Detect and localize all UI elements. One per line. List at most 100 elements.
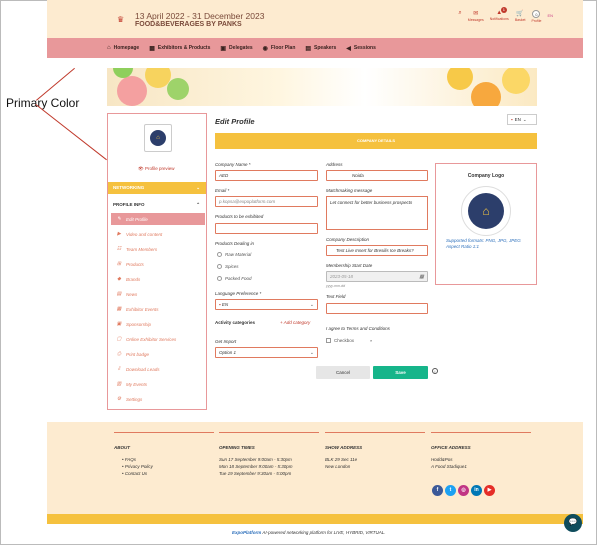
radio-spices[interactable]: Spices — [217, 264, 239, 269]
company-logo-upload[interactable]: ⌂ — [461, 186, 511, 236]
footer-show-address: SHOW ADDRESS BLK 29 Sec 11e New London — [325, 432, 425, 471]
nav-speakers[interactable]: ▤ Speakers — [305, 45, 336, 52]
compass-icon: ◉ — [262, 45, 268, 52]
terms-label: I agree to Terms and Conditions — [326, 326, 390, 331]
flag-icon: ▪ — [511, 117, 513, 122]
footer-link-contact[interactable]: • Contact Us — [114, 471, 214, 476]
info-icon[interactable]: i — [432, 368, 438, 374]
activity-categories-label: Activity categories — [215, 320, 256, 325]
page-title: Edit Profile — [215, 117, 255, 126]
id-icon: ▣ — [220, 45, 227, 52]
content-language-select[interactable]: ▪ EN ⌄ — [507, 114, 537, 125]
facebook-icon[interactable]: f — [432, 485, 443, 496]
add-category-button[interactable]: + Add category — [280, 320, 310, 325]
instagram-icon[interactable]: ◎ — [458, 485, 469, 496]
sidebar-profile-info[interactable]: PROFILE INFO ⌃ — [108, 199, 206, 211]
footer-link-faqs[interactable]: • FAQs — [114, 457, 214, 462]
messages-button[interactable]: ✉ Messages — [468, 10, 484, 22]
start-date-label: Membership Start Date — [326, 263, 373, 268]
basket-button[interactable]: 🛒 Basket — [515, 10, 526, 22]
sidebar-item-settings[interactable]: ⚙ Settings — [111, 393, 205, 405]
company-logo-thumb: ⌂ — [144, 124, 172, 152]
matchmaking-textarea[interactable]: Let connect for better business prospect… — [326, 196, 428, 230]
expoplatform-logo: ExpoPlatform — [232, 530, 262, 535]
section-company-details[interactable]: COMPANY DETAILS — [215, 133, 537, 149]
youtube-icon[interactable]: ▶ — [484, 485, 495, 496]
nav-sessions[interactable]: ◀ Sessions — [346, 45, 376, 52]
radio-circle — [217, 276, 222, 281]
company-name-field[interactable]: AED — [215, 170, 318, 181]
get-import-select[interactable]: Option 1 ⌄ — [215, 347, 318, 358]
sidebar-item-exhibitor-events[interactable]: ▦ Exhibitor Events — [111, 303, 205, 315]
sidebar-item-video[interactable]: ▶ Video and content — [111, 228, 205, 240]
language-preference-select[interactable]: ▪ EN ⌄ — [215, 299, 318, 310]
company-description-field[interactable]: Test Live Insert for Bresilis Ice Breaks… — [326, 245, 428, 256]
cancel-button[interactable]: Cancel — [316, 366, 370, 379]
twitter-icon[interactable]: t — [445, 485, 456, 496]
email-field[interactable]: p.kopsa@expoplatform.com — [215, 196, 318, 207]
header-icons: ⌕ ✉ Messages ▲ 1 Notifications 🛒 Basket ☺ Pro… — [458, 7, 553, 23]
event-date-range: 13 April 2022 - 31 December 2023 — [135, 11, 265, 21]
sidebar-item-products[interactable]: ⊞ Products — [111, 258, 205, 270]
social-links: f t ◎ in ▶ — [432, 485, 495, 496]
save-button[interactable]: Save — [373, 366, 428, 379]
sidebar-item-sponsorship[interactable]: ▣ Sponsorship — [111, 318, 205, 330]
footer-link-privacy[interactable]: • Privacy Policy — [114, 464, 214, 469]
sidebar-item-edit-profile[interactable]: ✎ Edit Profile — [111, 213, 205, 225]
text-field-label: Text Field — [326, 294, 346, 299]
nav-floor-plan[interactable]: ◉ Floor Plan — [263, 45, 296, 52]
footer-divider — [431, 432, 531, 433]
event-logo-icon[interactable]: ♛ — [117, 15, 125, 24]
print-icon: ⎙ — [116, 351, 121, 357]
notifications-button[interactable]: ▲ 1 Notifications — [490, 7, 509, 21]
sidebar-item-print-badge[interactable]: ⎙ Print badge — [111, 348, 205, 360]
footer-about: ABOUT • FAQs • Privacy Policy • Contact … — [114, 432, 214, 478]
chat-button[interactable]: 💬 — [564, 514, 582, 532]
sidebar-item-team[interactable]: ☷ Team Members — [111, 243, 205, 255]
sidebar-item-news[interactable]: ▤ News — [111, 288, 205, 300]
nav-homepage[interactable]: ⌂ Homepage — [107, 45, 139, 51]
calendar-icon: ▦ — [419, 274, 424, 280]
avatar: ☺ — [532, 10, 541, 18]
team-icon: ☷ — [116, 246, 122, 252]
sponsor-icon: ▣ — [116, 321, 122, 327]
profile-preview-link[interactable]: 👁 Profile preview — [138, 166, 174, 172]
nav-exhibitors[interactable]: ▦ Exhibitors & Products — [149, 45, 210, 52]
services-icon: ▢ — [116, 336, 122, 342]
company-logo-title: Company Logo — [467, 173, 505, 179]
sidebar-item-brands[interactable]: ◆ Brands — [111, 273, 205, 285]
top-header: ♛ 13 April 2022 - 31 December 2023 FOOD&… — [47, 0, 583, 38]
start-date-field[interactable]: 2023-05-18 ▦ — [326, 271, 428, 282]
tag-icon: ◆ — [117, 276, 121, 282]
checkbox-option[interactable]: Checkbox — [326, 338, 354, 343]
radio-raw-material[interactable]: Raw Material — [217, 252, 251, 257]
footer-opening: OPENING TIMES Sun 17 September 9:00am - … — [219, 432, 319, 478]
footer-divider — [219, 432, 319, 433]
chevron-down-icon: ⌄ — [522, 116, 527, 122]
sidebar-item-online-services[interactable]: ▢ Online Exhibitor Services — [111, 333, 205, 345]
footer-divider — [114, 432, 214, 433]
search-icon[interactable]: ⌕ — [458, 10, 461, 17]
products-exhibited-field[interactable] — [215, 223, 318, 234]
address-field[interactable]: Noida — [326, 170, 428, 181]
calendar-icon: ▦ — [116, 306, 122, 312]
sidebar-item-my-events[interactable]: ▥ My Events — [111, 378, 205, 390]
download-icon: ⇩ — [116, 366, 122, 372]
radio-circle — [217, 264, 222, 269]
gear-icon: ⚙ — [116, 396, 122, 402]
header-lang[interactable]: EN — [547, 13, 553, 18]
video-icon: ▶ — [117, 231, 121, 237]
linkedin-icon[interactable]: in — [471, 485, 482, 496]
nav-delegates[interactable]: ▣ Delegates — [220, 45, 252, 52]
sidebar-networking[interactable]: NETWORKING ⌄ — [108, 182, 206, 194]
text-field[interactable] — [326, 303, 428, 314]
radio-packed-food[interactable]: Packed Food — [217, 276, 252, 281]
powered-by[interactable]: ExpoPlatform AI-powered networking platf… — [232, 530, 386, 535]
footer-strip — [47, 514, 583, 524]
products-exhibited-label: Products to be exhibited — [215, 214, 264, 219]
house-icon: ⌂ — [468, 193, 504, 229]
profile-button[interactable]: ☺ Profile — [532, 10, 541, 23]
products-dealing-label: Products Dealing in — [215, 241, 255, 246]
sidebar-item-download-leads[interactable]: ⇩ Download Leads — [111, 363, 205, 375]
events-icon: ▥ — [116, 381, 122, 387]
